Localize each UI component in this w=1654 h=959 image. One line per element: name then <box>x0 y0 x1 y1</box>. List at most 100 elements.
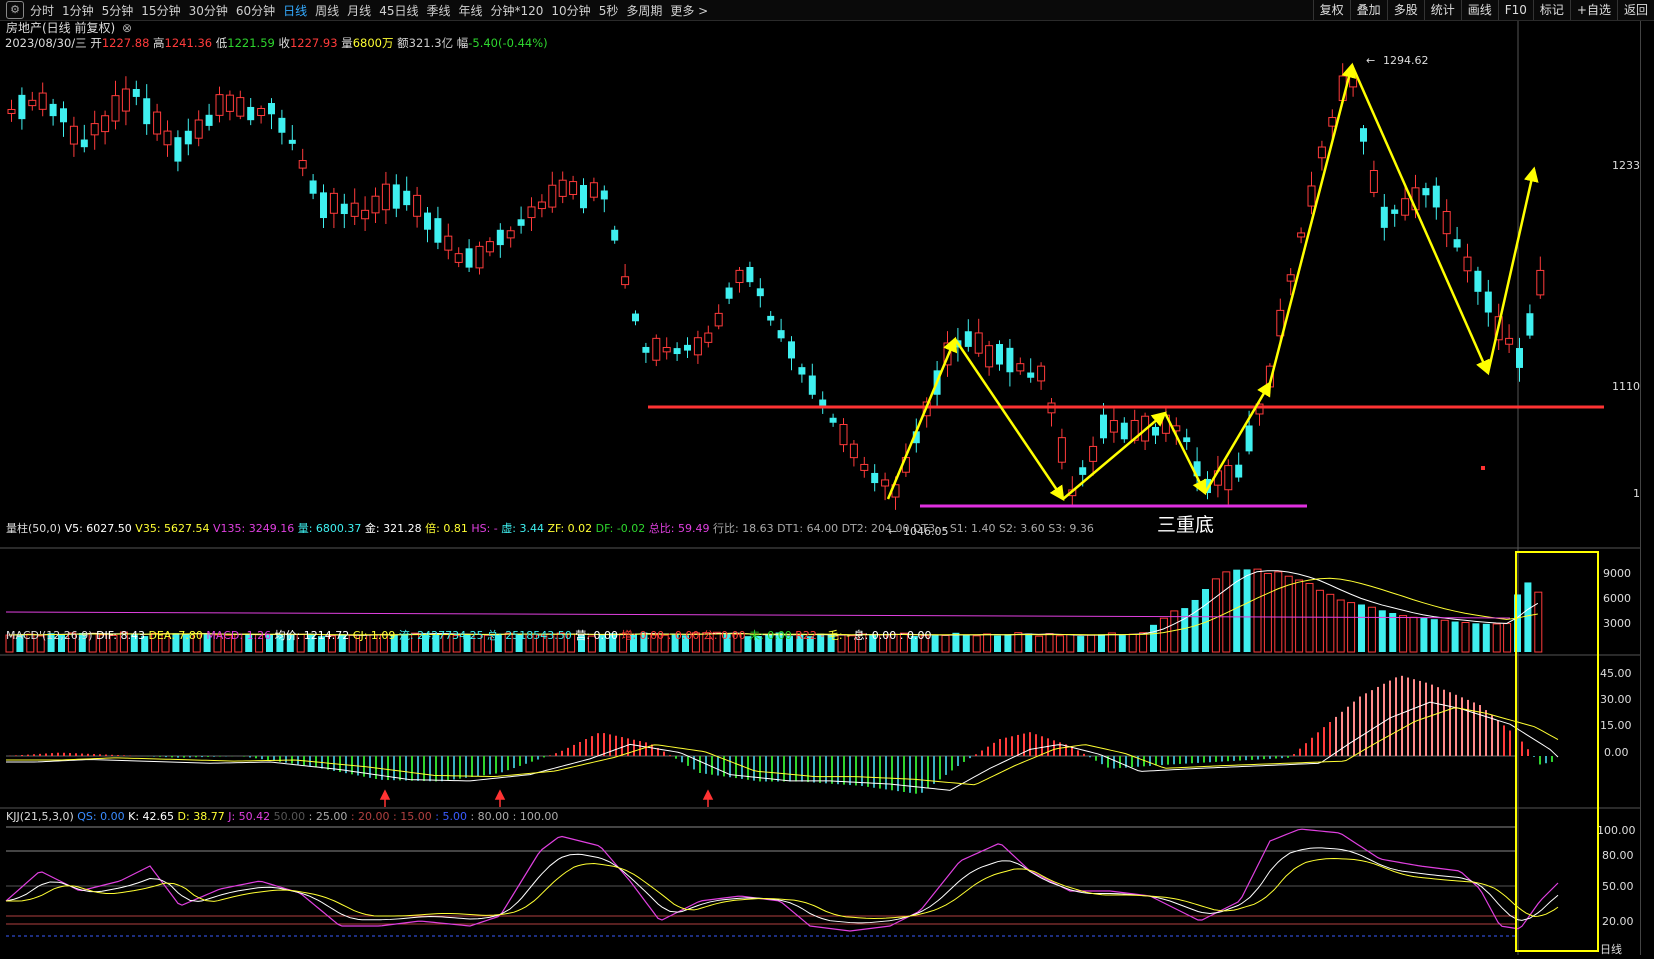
period-tab-16[interactable]: 更多 > <box>670 2 708 19</box>
candle-up <box>475 245 484 269</box>
volume-bar <box>1035 635 1044 653</box>
candlesticks <box>7 63 1545 510</box>
settings-icon[interactable]: ⚙ <box>6 1 24 19</box>
toolbar-action-7[interactable]: +自选 <box>1569 0 1617 20</box>
period-tab-10[interactable]: 季线 <box>426 2 450 19</box>
candle-up <box>329 192 338 214</box>
candle-up <box>985 345 994 368</box>
toolbar-action-2[interactable]: 多股 <box>1386 0 1424 20</box>
macd-line-item-8: 营: 0.00 <box>572 628 618 642</box>
period-tab-1[interactable]: 1分钟 <box>62 2 94 19</box>
candle-down <box>1422 188 1430 196</box>
candle-down <box>1391 209 1399 214</box>
candle-up <box>839 424 848 446</box>
trend-arrows <box>886 62 1539 502</box>
volume-bar <box>1098 634 1105 652</box>
candle-down <box>517 219 525 226</box>
ohlc-label-4: 量 <box>338 36 353 50</box>
candle-down <box>143 98 151 125</box>
chart-close-icon[interactable]: ⊗ <box>122 21 132 35</box>
period-tab-0[interactable]: 分时 <box>30 2 54 19</box>
candle-up <box>153 111 162 135</box>
volume-bar <box>1315 589 1324 653</box>
price-label-1110: 1110 <box>1612 380 1640 393</box>
vol-line-item-9: ZF: 0.02 <box>544 522 592 535</box>
vol-line-item-15: DT3: - <box>909 522 946 535</box>
period-tab-7[interactable]: 周线 <box>315 2 339 19</box>
kjj-line-item-5: 50.00 <box>270 810 305 823</box>
macd-line-item-6: 流: 2427734.25 <box>395 628 483 642</box>
macd-indicator-line: MACD'(12,26,9) DIF: 8.43 DEA: 7.80 MACD:… <box>6 628 931 642</box>
macd-line-item-2: DEA: 7.80 <box>145 629 203 642</box>
candle-down <box>632 313 639 322</box>
period-tab-8[interactable]: 月线 <box>347 2 371 19</box>
volume-bar <box>1389 612 1397 652</box>
candle-down <box>1183 437 1191 443</box>
chart-area[interactable]: 房地产(日线 前复权) ⊗ 2023/08/30/三 开1227.88 高124… <box>0 20 1654 956</box>
toolbar-action-3[interactable]: 统计 <box>1423 0 1461 20</box>
kjj-line-item-3: D: 38.77 <box>174 810 225 823</box>
candle-down <box>1027 372 1035 378</box>
period-tab-4[interactable]: 30分钟 <box>189 2 228 19</box>
candle-up <box>849 443 858 459</box>
volume-bar <box>1534 591 1543 653</box>
candle-up <box>1328 117 1337 127</box>
candle-down <box>1484 291 1492 313</box>
candle-up <box>38 92 47 110</box>
period-tab-6[interactable]: 日线 <box>283 2 307 19</box>
candle-up <box>7 108 16 114</box>
candle-up <box>1317 146 1326 159</box>
candle-up <box>1037 365 1046 382</box>
toolbar-action-4[interactable]: 画线 <box>1460 0 1498 20</box>
kjj-line-item-7: : 20.00 <box>347 810 389 823</box>
candle-down <box>1245 425 1253 452</box>
period-footer-label: 日线 <box>1600 942 1622 955</box>
ohlc-value-3: 1227.93 <box>290 36 338 50</box>
toolbar-action-0[interactable]: 复权 <box>1312 0 1350 20</box>
vol-line-item-18: S3: 9.36 <box>1045 522 1094 535</box>
candle-up <box>1089 445 1098 462</box>
toolbar-action-6[interactable]: 标记 <box>1532 0 1570 20</box>
volume-bar <box>1367 606 1376 653</box>
period-tab-9[interactable]: 45日线 <box>379 2 418 19</box>
toolbar-action-8[interactable]: 返回 <box>1616 0 1654 20</box>
period-tab-11[interactable]: 年线 <box>458 2 482 19</box>
volume-bar <box>1055 635 1064 653</box>
period-tab-14[interactable]: 5秒 <box>599 2 619 19</box>
high-price-label: 1294.62 <box>1383 54 1429 67</box>
volume-bar <box>1128 633 1137 653</box>
volume-bar <box>1253 568 1262 653</box>
macd-line-item-4: 均价: 1214.72 <box>271 629 349 642</box>
candle-down <box>60 108 67 123</box>
candle-down <box>642 346 650 353</box>
macd-axis-15: 15.00 <box>1600 719 1632 732</box>
period-tab-15[interactable]: 多周期 <box>626 2 662 19</box>
candle-up <box>527 206 536 219</box>
volume-bar <box>1211 578 1220 653</box>
candle-down <box>767 315 775 321</box>
volume-bar <box>1118 635 1126 652</box>
candle-up <box>714 312 723 327</box>
volume-bar <box>1451 621 1459 652</box>
period-tab-5[interactable]: 60分钟 <box>236 2 275 19</box>
vol-line-item-5: 金: 321.28 <box>361 521 421 535</box>
period-tabs: 分时 1分钟 5分钟 15分钟 30分钟 60分钟 日线 周线 月线 45日线 季线 年线 分钟*120… <box>30 2 708 19</box>
volume-bar <box>1399 615 1408 653</box>
vol-line-item-0: 量柱(50,0) <box>6 521 61 535</box>
toolbar-action-1[interactable]: 叠加 <box>1349 0 1387 20</box>
period-tab-12[interactable]: 分钟*120 <box>491 2 544 19</box>
toolbar-action-5[interactable]: F10 <box>1497 0 1533 20</box>
candle-up <box>90 123 99 136</box>
volume-bar <box>1430 619 1438 652</box>
candle-up <box>371 195 380 214</box>
candle-down <box>1006 347 1014 373</box>
candle-up <box>413 194 422 217</box>
candle-down <box>1526 313 1534 336</box>
period-tab-3[interactable]: 15分钟 <box>141 2 180 19</box>
candle-down <box>1120 422 1128 440</box>
candle-down <box>808 375 816 395</box>
volume-bar <box>1159 617 1168 653</box>
volume-bar <box>952 632 960 652</box>
period-tab-2[interactable]: 5分钟 <box>102 2 134 19</box>
period-tab-13[interactable]: 10分钟 <box>551 2 590 19</box>
